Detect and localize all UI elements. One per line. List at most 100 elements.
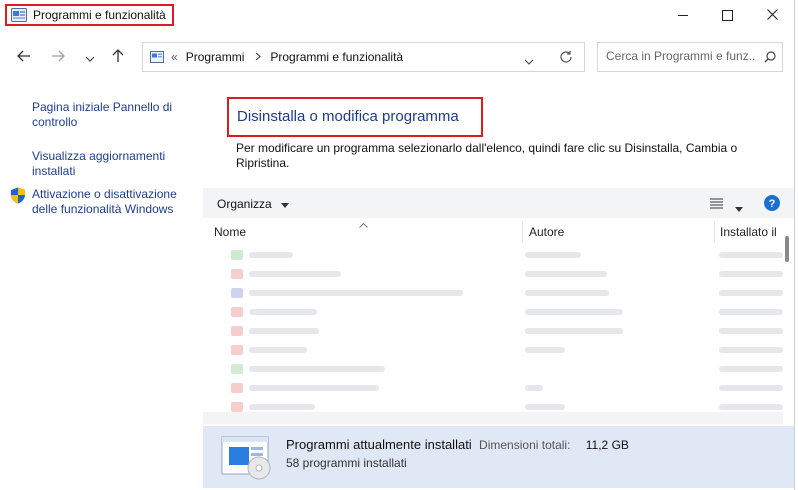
- redacted-date: [719, 290, 783, 296]
- recent-locations-button[interactable]: [80, 48, 100, 68]
- redacted-date: [719, 252, 783, 258]
- table-row[interactable]: [203, 360, 783, 379]
- column-header-publisher[interactable]: Autore: [529, 225, 564, 239]
- up-button[interactable]: [108, 48, 128, 68]
- minimize-icon: [678, 14, 688, 16]
- redacted-date: [719, 328, 783, 334]
- program-icon: [231, 269, 243, 279]
- redacted-date: [719, 404, 783, 410]
- column-divider[interactable]: [714, 222, 715, 242]
- window-title: Programmi e funzionalità: [33, 8, 166, 22]
- chevron-down-icon: [85, 49, 95, 67]
- redacted-name: [249, 271, 341, 277]
- redacted-publisher: [525, 328, 623, 334]
- main-title-highlight: Disinstalla o modifica programma: [227, 97, 483, 137]
- installed-programs-summary: Programmi attualmente installati Dimensi…: [286, 437, 629, 452]
- breadcrumb-prefix[interactable]: «: [171, 50, 178, 64]
- redacted-name: [249, 328, 319, 334]
- total-size-label: Dimensioni totali:: [479, 438, 571, 452]
- status-panel: Programmi attualmente installati Dimensi…: [203, 426, 794, 488]
- breadcrumb-separator-icon: [255, 50, 262, 64]
- command-toolbar: Organizza ?: [203, 188, 794, 218]
- table-row[interactable]: [203, 303, 783, 322]
- table-row[interactable]: [203, 265, 783, 284]
- caret-down-icon: [281, 197, 290, 211]
- minimize-button[interactable]: [660, 0, 706, 30]
- total-size-value: 11,2 GB: [585, 438, 629, 452]
- breadcrumb-programs[interactable]: Programmi: [186, 50, 245, 64]
- sidebar-item-windows-features[interactable]: Attivazione o disattivazione delle funzi…: [32, 187, 192, 217]
- search-box[interactable]: [597, 42, 783, 72]
- address-dropdown-icon[interactable]: [524, 54, 534, 68]
- back-button[interactable]: [14, 48, 34, 68]
- redacted-date: [719, 309, 783, 315]
- view-dropdown-icon[interactable]: [735, 201, 743, 215]
- column-header-installed-on[interactable]: Installato il: [720, 225, 777, 239]
- close-button[interactable]: [749, 0, 795, 30]
- table-row[interactable]: [203, 322, 783, 341]
- table-row[interactable]: [203, 284, 783, 303]
- shield-icon: [10, 187, 26, 207]
- control-panel-icon: [11, 8, 27, 22]
- redacted-publisher: [525, 252, 581, 258]
- program-count: 58 programmi installati: [286, 456, 407, 470]
- column-header-name[interactable]: Nome: [214, 225, 246, 239]
- table-header: Nome Autore Installato il: [203, 222, 783, 242]
- help-icon[interactable]: ?: [764, 195, 780, 214]
- redacted-publisher: [525, 290, 609, 296]
- maximize-button[interactable]: [704, 0, 750, 30]
- search-icon[interactable]: [764, 51, 776, 66]
- svg-text:?: ?: [769, 198, 776, 210]
- vertical-scrollbar-thumb[interactable]: [785, 236, 789, 262]
- column-divider[interactable]: [522, 222, 523, 242]
- title-bar: Programmi e funzionalità: [0, 0, 794, 32]
- window-title-highlight: Programmi e funzionalità: [5, 4, 174, 26]
- sidebar-item-control-panel-home[interactable]: Pagina iniziale Pannello di controllo: [32, 100, 192, 130]
- control-panel-small-icon: [150, 51, 164, 63]
- redacted-name: [249, 309, 317, 315]
- redacted-name: [249, 290, 463, 296]
- page-description: Per modificare un programma selezionarlo…: [236, 141, 738, 170]
- redacted-date: [719, 347, 783, 353]
- redacted-publisher: [525, 309, 623, 315]
- redacted-publisher: [525, 404, 565, 410]
- redacted-name: [249, 347, 307, 353]
- program-icon: [231, 250, 243, 260]
- breadcrumb-programs-features[interactable]: Programmi e funzionalità: [270, 50, 403, 64]
- program-icon: [231, 345, 243, 355]
- page-title: Disinstalla o modifica programma: [237, 108, 459, 125]
- sidebar-item-view-installed-updates[interactable]: Visualizza aggiornamenti installati: [32, 149, 192, 179]
- programs-list[interactable]: [203, 242, 783, 414]
- table-row[interactable]: [203, 379, 783, 398]
- redacted-date: [719, 366, 783, 372]
- address-bar[interactable]: « Programmi Programmi e funzionalità: [142, 42, 585, 72]
- redacted-publisher: [525, 347, 565, 353]
- redacted-name: [249, 404, 315, 410]
- horizontal-scrollbar[interactable]: [203, 412, 783, 424]
- sort-indicator-icon: [359, 217, 368, 231]
- refresh-icon[interactable]: [559, 50, 573, 67]
- redacted-date: [719, 385, 783, 391]
- redacted-name: [249, 366, 385, 372]
- program-icon: [231, 326, 243, 336]
- installed-programs-icon: [221, 436, 273, 483]
- navigation-bar: « Programmi Programmi e funzionalità: [0, 38, 794, 78]
- redacted-publisher: [525, 385, 543, 391]
- view-options-icon[interactable]: [710, 198, 723, 212]
- program-icon: [231, 364, 243, 374]
- programs-window: Programmi e funzionalità « Programmi Pro…: [0, 0, 795, 490]
- close-icon: [766, 7, 778, 23]
- maximize-icon: [721, 9, 733, 21]
- table-row[interactable]: [203, 341, 783, 360]
- arrow-right-icon: [51, 49, 65, 67]
- organize-button[interactable]: Organizza: [217, 197, 290, 211]
- arrow-left-icon: [17, 49, 31, 67]
- arrow-up-icon: [112, 48, 124, 68]
- forward-button[interactable]: [48, 48, 68, 68]
- organize-label: Organizza: [217, 197, 272, 211]
- table-row[interactable]: [203, 246, 783, 265]
- search-input[interactable]: [606, 49, 756, 63]
- redacted-name: [249, 385, 379, 391]
- redacted-name: [249, 252, 293, 258]
- program-icon: [231, 402, 243, 412]
